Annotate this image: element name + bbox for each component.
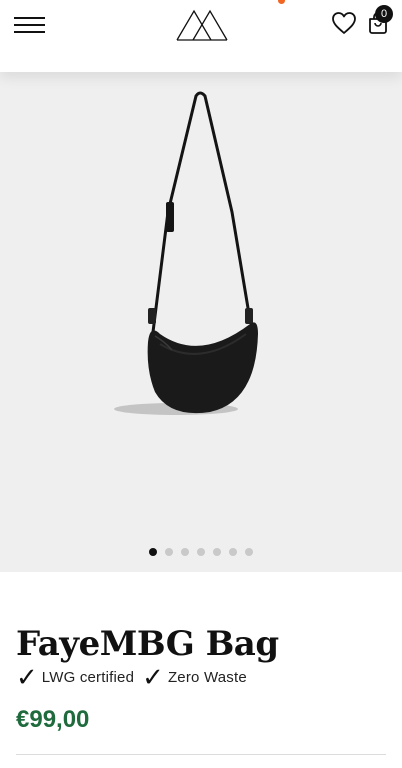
wishlist-heart-icon[interactable] [331, 11, 357, 35]
gallery-pagination [0, 548, 402, 556]
gallery-dot[interactable] [229, 548, 237, 556]
notification-dot [278, 0, 285, 4]
badge-lwg-certified: LWG certified [41, 668, 135, 686]
gallery-dot[interactable] [149, 548, 157, 556]
gallery-dot[interactable] [165, 548, 173, 556]
gallery-dot[interactable] [213, 548, 221, 556]
product-image-gallery[interactable] [0, 72, 402, 572]
product-photo-bag [114, 91, 258, 415]
product-badges: ✓ LWG certified ✓ Zero Waste [16, 662, 255, 692]
gallery-dot[interactable] [197, 548, 205, 556]
gallery-dot[interactable] [245, 548, 253, 556]
divider [16, 754, 386, 755]
product-title: FayeMBG Bag [16, 624, 279, 664]
checkmark-icon: ✓ [142, 662, 164, 692]
gallery-dot[interactable] [181, 548, 189, 556]
cart-count-badge: 0 [375, 5, 393, 23]
product-price: €99,00 [16, 706, 90, 733]
site-header: 0 [0, 0, 402, 72]
menu-icon[interactable] [14, 14, 46, 36]
badge-zero-waste: Zero Waste [167, 668, 247, 686]
checkmark-icon: ✓ [16, 662, 38, 692]
brand-logo[interactable] [176, 9, 228, 41]
